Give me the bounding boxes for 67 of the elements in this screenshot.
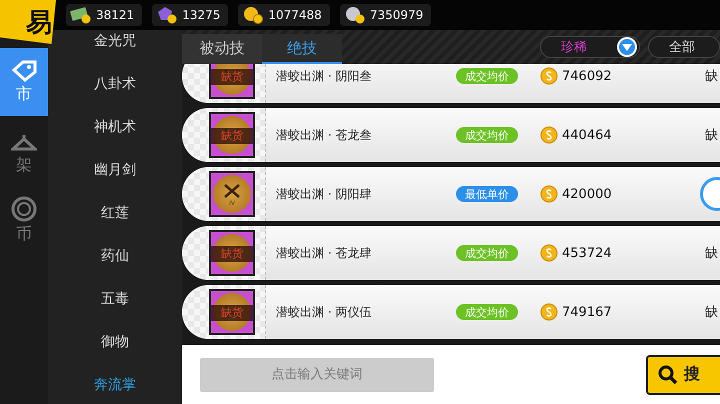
status-label: 缺	[705, 245, 719, 262]
filter-dropdown[interactable]: 珍稀	[540, 36, 640, 58]
rail-tab[interactable]: 架	[0, 126, 48, 182]
category-item[interactable]: 五毒	[101, 290, 129, 308]
category-item[interactable]: 御物	[101, 333, 129, 351]
item-row[interactable]: 缺货 潜蛟出渊 · 苍龙肆 成交均价 453724 缺	[182, 226, 720, 280]
dropdown-icon	[617, 37, 637, 57]
hanger-icon	[11, 132, 37, 152]
category-item[interactable]: 奔流掌	[94, 376, 136, 394]
category-item[interactable]: 药仙	[101, 247, 129, 265]
search-button[interactable]: 搜	[646, 354, 720, 394]
category-item[interactable]: 八卦术	[94, 75, 136, 93]
status-label: 缺	[705, 304, 719, 321]
item-name: 潜蛟出渊 · 阴阳叁	[276, 68, 372, 84]
price-type-badge: 成交均价	[456, 68, 518, 84]
item-name: 潜蛟出渊 · 阴阳肆	[276, 186, 372, 202]
coin-icon	[11, 196, 37, 222]
currency-amount: 13275	[182, 8, 220, 22]
coin-icon	[540, 303, 558, 321]
coin-icon	[540, 67, 558, 85]
coin-icon	[540, 244, 558, 262]
price: 746092	[562, 68, 613, 84]
status-label: 缺	[705, 68, 719, 85]
item-row[interactable]: 缺货 潜蛟出渊 · 阴阳叁 成交均价 746092 缺	[182, 64, 720, 103]
item-name: 潜蛟出渊 · 苍龙肆	[276, 244, 372, 262]
coin-icon	[540, 185, 558, 203]
tag-icon	[11, 60, 37, 82]
item-name: 潜蛟出渊 · 苍龙叁	[276, 126, 372, 144]
item-row[interactable]: 缺货 潜蛟出渊 · 两仪伍 成交均价 749167 缺	[182, 285, 720, 339]
tab[interactable]: 被动技	[182, 34, 262, 64]
status-label: 缺	[705, 127, 719, 144]
coin-icon	[242, 6, 264, 24]
category-item[interactable]: 金光咒	[94, 32, 136, 50]
currency-amount: 1077488	[268, 8, 322, 22]
rail-tab[interactable]: 币	[0, 192, 48, 248]
coin-icon	[540, 126, 558, 144]
price: 420000	[562, 186, 613, 202]
gem-icon	[156, 6, 178, 24]
rail-label: 市	[16, 84, 32, 104]
price: 440464	[562, 128, 613, 142]
category-item[interactable]: 红莲	[101, 204, 129, 222]
sold-out-label: 缺货	[211, 128, 253, 144]
sold-out-label: 缺货	[211, 246, 253, 262]
rail-label: 架	[16, 154, 32, 176]
item-name: 潜蛟出渊 · 两仪伍	[276, 304, 372, 320]
price-type-badge: 最低单价	[456, 186, 518, 202]
price-type-badge: 成交均价	[456, 304, 518, 320]
item-row[interactable]: 缺货 潜蛟出渊 · 苍龙叁 成交均价 440464 缺	[182, 108, 720, 162]
sold-out-label: 缺货	[211, 69, 253, 85]
category-item[interactable]: 幽月剑	[94, 161, 136, 179]
sold-out-label: 缺货	[211, 305, 253, 321]
filter-label: 珍稀	[561, 39, 587, 56]
logo: 易	[0, 0, 56, 44]
price: 749167	[562, 304, 613, 320]
price-type-badge: 成交均价	[456, 127, 518, 143]
price-type-badge: 成交均价	[456, 245, 518, 261]
filter-pill[interactable]: 全部	[648, 36, 720, 58]
currency-amount: 38121	[96, 8, 134, 22]
tab[interactable]: 绝技	[262, 34, 342, 64]
rail-label: 币	[16, 224, 32, 244]
search-field[interactable]: 点击输入关键词	[200, 358, 434, 392]
price: 453724	[562, 246, 613, 260]
search-icon	[658, 364, 678, 384]
category-item[interactable]: 神机术	[94, 118, 136, 136]
currency-amount: 7350979	[370, 8, 424, 22]
cash-icon	[70, 6, 92, 24]
coin-icon	[344, 6, 366, 24]
